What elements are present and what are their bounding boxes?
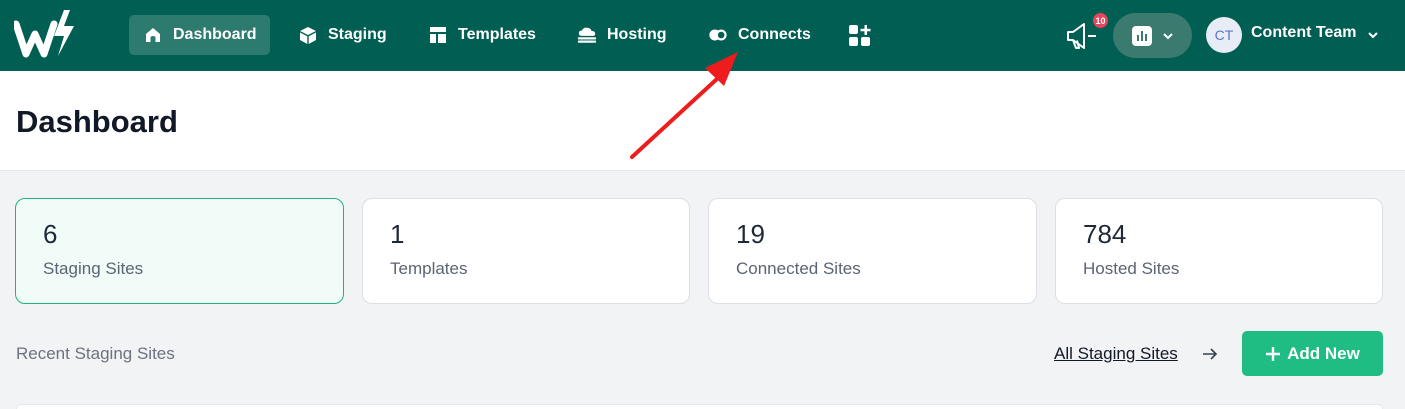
add-new-label: Add New bbox=[1287, 343, 1360, 363]
stat-card-connected[interactable]: 19 Connected Sites bbox=[708, 198, 1037, 304]
user-name[interactable]: Content Team bbox=[1251, 24, 1356, 42]
cube-icon bbox=[298, 25, 318, 45]
layout-icon bbox=[428, 25, 448, 45]
staging-list-panel bbox=[16, 404, 1383, 409]
chevron-down-icon bbox=[1162, 32, 1173, 39]
nav-connects-label: Connects bbox=[738, 26, 811, 43]
user-menu-chevron-icon[interactable] bbox=[1366, 28, 1380, 42]
nav-connects[interactable]: Connects bbox=[694, 15, 825, 55]
plus-icon bbox=[1266, 346, 1281, 361]
brand-logo[interactable] bbox=[14, 10, 76, 62]
nav-hosting-label: Hosting bbox=[607, 26, 667, 43]
stat-card-staging[interactable]: 6 Staging Sites bbox=[15, 198, 344, 304]
nav-dashboard-label: Dashboard bbox=[173, 26, 257, 43]
nav-templates[interactable]: Templates bbox=[414, 15, 550, 55]
add-new-button[interactable]: Add New bbox=[1242, 331, 1383, 376]
stat-card-templates[interactable]: 1 Templates bbox=[362, 198, 690, 304]
all-staging-sites-link[interactable]: All Staging Sites bbox=[1054, 344, 1178, 364]
bar-chart-icon bbox=[1131, 25, 1152, 46]
nav-templates-label: Templates bbox=[458, 26, 536, 43]
stat-label: Hosted Sites bbox=[1083, 259, 1180, 278]
connect-icon bbox=[708, 25, 728, 45]
cloud-server-icon bbox=[577, 25, 597, 45]
top-navbar: Dashboard Staging Templates Hosting Conn… bbox=[0, 0, 1405, 71]
stats-dropdown-button[interactable] bbox=[1113, 13, 1192, 58]
stat-label: Staging Sites bbox=[43, 259, 144, 278]
section-title: Recent Staging Sites bbox=[16, 344, 175, 363]
user-avatar[interactable]: CT bbox=[1206, 17, 1242, 53]
stat-value: 784 bbox=[1083, 219, 1127, 249]
nav-staging-label: Staging bbox=[328, 26, 387, 43]
stat-value: 6 bbox=[43, 219, 58, 249]
page-title: Dashboard bbox=[16, 104, 178, 139]
notification-badge: 10 bbox=[1092, 12, 1109, 29]
nav-staging[interactable]: Staging bbox=[284, 15, 401, 55]
stat-label: Connected Sites bbox=[736, 259, 861, 278]
home-icon bbox=[143, 25, 163, 45]
nav-hosting[interactable]: Hosting bbox=[563, 15, 681, 55]
stat-value: 1 bbox=[390, 219, 405, 249]
apps-grid-icon[interactable] bbox=[848, 24, 872, 48]
page-header: Dashboard bbox=[0, 71, 1405, 171]
arrow-right-icon[interactable] bbox=[1201, 345, 1219, 363]
nav-dashboard[interactable]: Dashboard bbox=[129, 15, 270, 55]
stat-card-hosted[interactable]: 784 Hosted Sites bbox=[1055, 198, 1383, 304]
stat-label: Templates bbox=[390, 259, 468, 278]
stat-value: 19 bbox=[736, 219, 765, 249]
